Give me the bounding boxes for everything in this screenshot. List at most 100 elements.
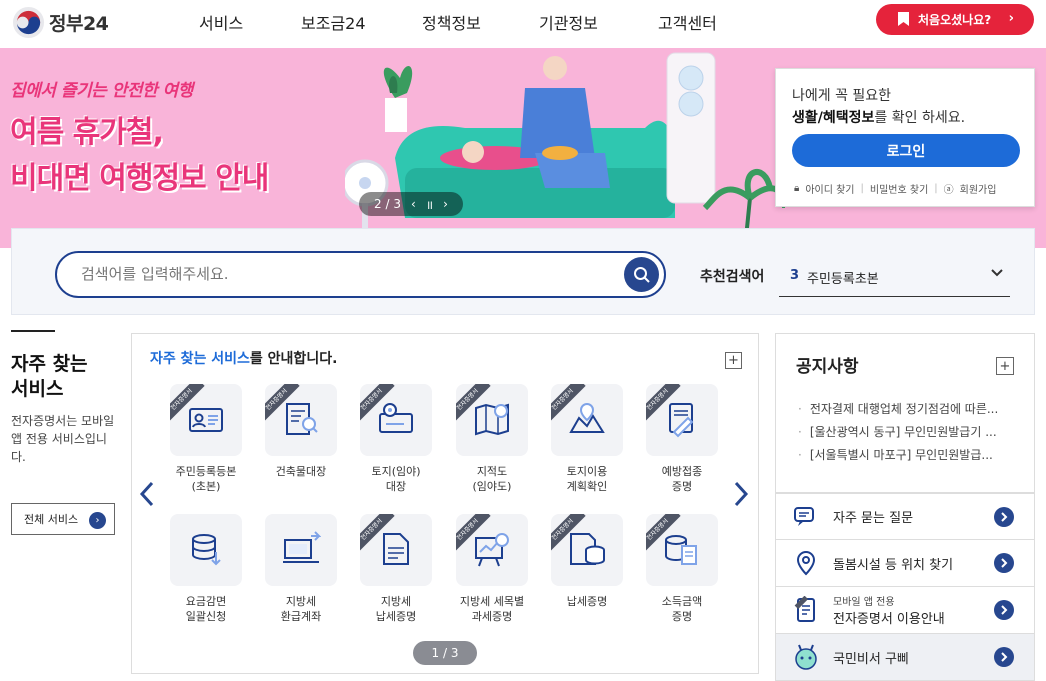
service-label: 지방세 환급계좌 [261, 594, 341, 624]
service-icon-box [170, 514, 242, 586]
login-message-line1: 나에게 꼭 필요한 [792, 88, 892, 104]
banner-title-line2: 비대면 여행정보 안내 [10, 161, 269, 196]
service-label: 지방세 세목별 과세증명 [452, 594, 532, 624]
divider: | [934, 183, 938, 194]
service-icon-box: 전자증명서 [456, 384, 528, 456]
services-pager[interactable]: 1 / 3 [413, 641, 477, 665]
prev-slide-icon[interactable]: ‹ [411, 197, 416, 211]
more-plus-icon[interactable]: + [725, 352, 742, 369]
chevron-right-icon [994, 553, 1014, 573]
join-link[interactable]: 회원가입 [960, 181, 997, 196]
find-password-link[interactable]: 비밀번호 찾기 [870, 181, 928, 196]
all-services-button[interactable]: 전체 서비스 › [11, 503, 115, 535]
nav-subsidy24[interactable]: 보조금24 [301, 10, 366, 34]
quick-care-location[interactable]: 돌봄시설 등 위치 찾기 [775, 540, 1035, 587]
service-item[interactable]: 전자증명서 예방접종 증명 [642, 384, 722, 494]
service-label-line1: 예방접종 [661, 465, 703, 478]
lock-icon: 🔒︎ [794, 183, 800, 194]
next-arrow-icon[interactable] [729, 480, 751, 508]
service-label-line2: 대장 [385, 480, 407, 493]
quick-faq[interactable]: 자주 묻는 질문 [775, 493, 1035, 540]
service-label: 토지(임야) 대장 [356, 464, 436, 494]
service-item[interactable]: 지방세 환급계좌 [261, 514, 341, 624]
header: 정부24 서비스 보조금24 정책정보 기관정보 고객센터 처음오셨나요? › [0, 0, 1046, 46]
bookmark-icon [898, 12, 909, 26]
service-label-line2: 과세증명 [471, 610, 513, 623]
quick-mobile-cert[interactable]: 모바일 앱 전용 전자증명서 이용안내 [775, 587, 1035, 634]
notice-item[interactable]: [서울특별시 마포구] 무인민원발급... [798, 444, 998, 467]
divider: | [860, 183, 864, 194]
chevron-right-icon: › [89, 512, 106, 529]
search-button[interactable] [624, 257, 659, 292]
service-item[interactable]: 전자증명서 지방세 세목별 과세증명 [452, 514, 532, 624]
frequent-services-intro: 자주 찾는 서비스 전자증명서는 모바일 앱 전용 서비스입니다. [11, 330, 121, 466]
service-item[interactable]: 전자증명서주민등록등본 (초본) [166, 384, 246, 494]
service-item[interactable]: 요금감면 일괄신청 [166, 514, 246, 624]
service-item[interactable]: 전자증명서납세증명 [547, 514, 627, 609]
banner-illustration [345, 52, 785, 248]
service-item[interactable]: 전자증명서토지(임야) 대장 [356, 384, 436, 494]
service-icon-box: 전자증명서 [360, 384, 432, 456]
logo[interactable]: 정부24 [12, 6, 109, 39]
service-label: 주민등록등본 (초본) [166, 464, 246, 494]
notice-item[interactable]: [울산광역시 동구] 무인민원발급기 ... [798, 421, 998, 444]
service-icon-box: 전자증명서 [170, 384, 242, 456]
next-slide-icon[interactable]: › [443, 197, 448, 211]
pause-icon[interactable]: ॥ [426, 196, 433, 213]
building-register-icon [286, 403, 318, 435]
service-label: 지방세 납세증명 [356, 594, 436, 624]
service-label-line1: 소득금액 [661, 595, 703, 608]
banner-title: 여름 휴가철, 비대면 여행정보 안내 [10, 110, 269, 202]
nav-policy-info[interactable]: 정책정보 [422, 10, 481, 34]
notice-item[interactable]: 전자결제 대행업체 정기점검에 따른... [798, 398, 999, 421]
service-label: 건축물대장 [261, 464, 341, 479]
service-label: 지적도 (임야도) [452, 464, 532, 494]
prev-arrow-icon[interactable] [137, 480, 159, 508]
service-item[interactable]: 전자증명서 소득금액 증명 [642, 514, 722, 624]
cadastral-map-icon [475, 403, 509, 436]
tax-cert-icon [570, 533, 605, 565]
quick-links: 자주 묻는 질문 돌봄시설 등 위치 찾기 모바일 앱 전용 전자증명서 이용안내… [775, 493, 1035, 681]
banner-subtitle: 집에서 즐기는 안전한 여행 [10, 81, 193, 101]
section-title-line2: 서비스 [11, 378, 64, 400]
recommend-label: 추천검색어 [700, 269, 765, 285]
frequent-services-panel: 자주 찾는 서비스를 안내합니다. + 전자증명서 주민등록등본 (초본) 전자증명서… [131, 333, 759, 674]
service-icon-box: 전자증명서 [551, 384, 623, 456]
nav-agency-info[interactable]: 기관정보 [539, 10, 598, 34]
service-label-line2: 납세증명 [375, 610, 417, 623]
service-item[interactable]: 전자증명서 지방세 납세증명 [356, 514, 436, 624]
search-input[interactable] [81, 265, 601, 283]
service-label-line1: 건축물대장 [275, 465, 327, 478]
service-icon-box: 전자증명서 [265, 384, 337, 456]
nav-services[interactable]: 서비스 [199, 10, 243, 34]
search-icon [633, 266, 650, 283]
services-heading: 자주 찾는 서비스를 안내합니다. [150, 348, 337, 368]
service-item[interactable]: 전자증명서 토지이용 계획확인 [547, 384, 627, 494]
quick-mobile-text: 모바일 앱 전용 전자증명서 이용안내 [833, 593, 945, 627]
service-label-line1: 토지(임야) [371, 465, 421, 478]
service-item[interactable]: 전자증명서지적도 (임야도) [452, 384, 532, 494]
section-title: 자주 찾는 서비스 [11, 352, 121, 402]
services-heading-rest: 를 안내합니다. [249, 351, 338, 367]
service-icon-box: 전자증명서 [646, 384, 718, 456]
taegeuk-logo-icon [12, 6, 45, 39]
chat-bubble-icon [794, 506, 814, 526]
notice-more-icon[interactable]: + [996, 357, 1014, 375]
service-label: 납세증명 [547, 594, 627, 609]
login-button[interactable]: 로그인 [792, 134, 1020, 167]
recommend-dropdown[interactable]: 3 주민등록초본 [779, 255, 1010, 297]
service-label-line1: 토지이용 [566, 465, 608, 478]
assistant-mascot-icon [795, 644, 817, 670]
quick-care-label: 돌봄시설 등 위치 찾기 [833, 557, 954, 573]
nav-customer-center[interactable]: 고객센터 [658, 10, 717, 34]
find-id-link[interactable]: 아이디 찾기 [805, 181, 854, 196]
vaccination-icon [669, 403, 694, 438]
notice-list: 전자결제 대행업체 정기점검에 따른... [울산광역시 동구] 무인민원발급기… [798, 398, 999, 467]
service-label-line1: 지적도 [476, 465, 508, 478]
first-visit-button[interactable]: 처음오셨나요? › [876, 4, 1034, 35]
chevron-right-icon [994, 647, 1014, 667]
service-icon-box: 전자증명서 [551, 514, 623, 586]
service-item[interactable]: 전자증명서건축물대장 [261, 384, 341, 479]
chevron-right-icon [994, 600, 1014, 620]
service-label-line2: (초본) [191, 480, 221, 493]
